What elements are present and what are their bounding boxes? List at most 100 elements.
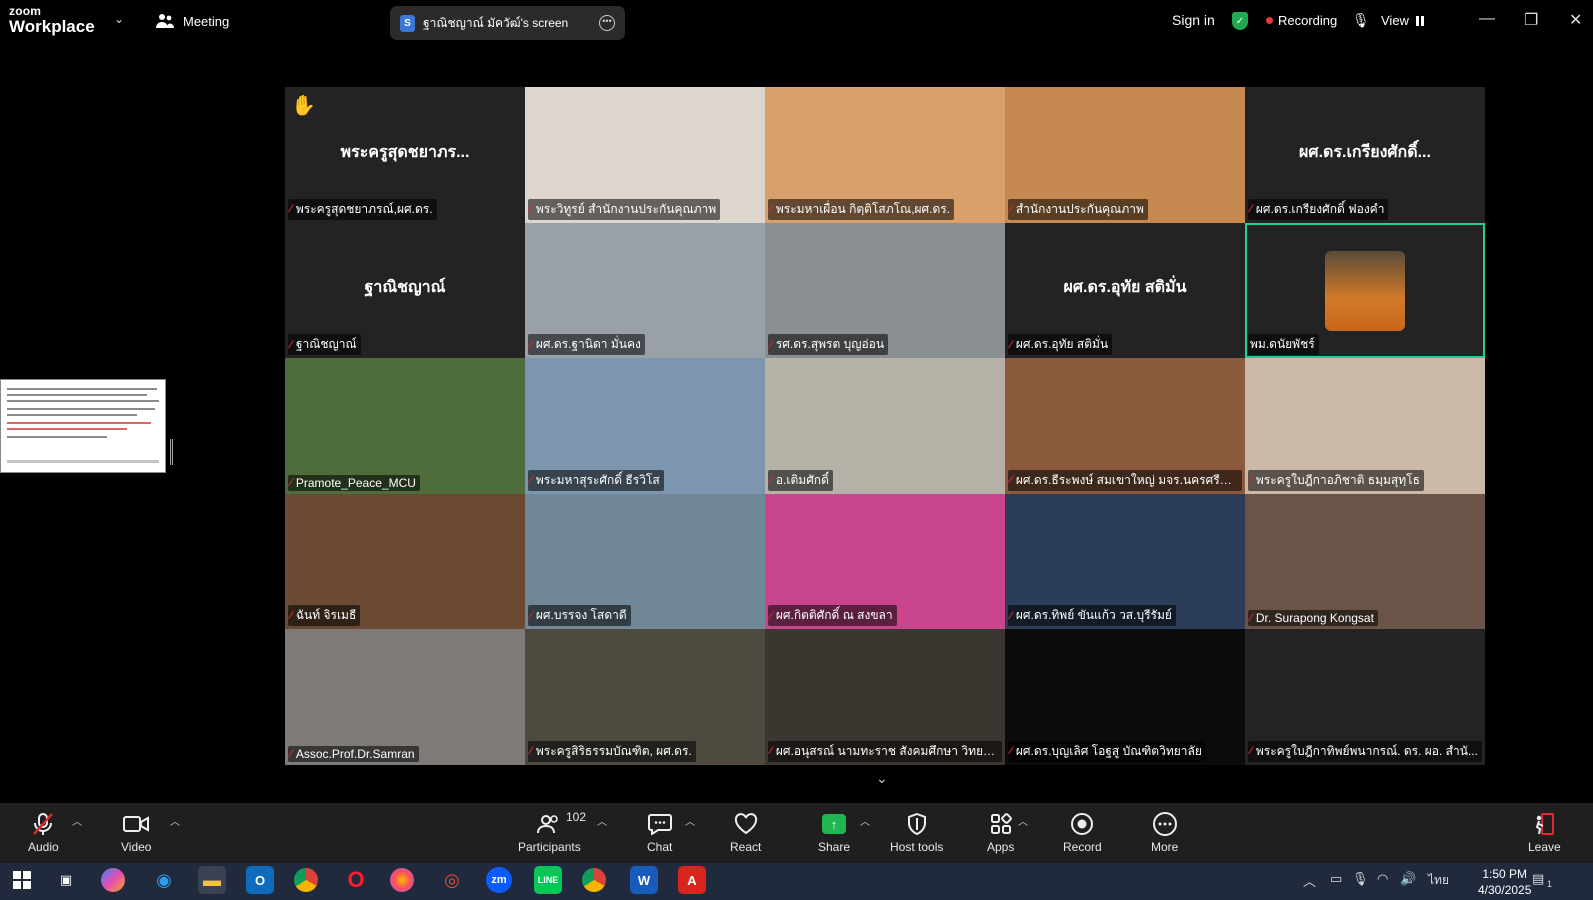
- participant-tile[interactable]: ผศ.ดร.เกรียงศักดิ์... ⁄ ผศ.ดร.เกรียงศักดิ์…: [1245, 87, 1485, 223]
- more-dots-icon: [1152, 811, 1178, 837]
- participant-tile[interactable]: ⁄ Dr. Surapong Kongsat: [1245, 493, 1485, 630]
- participant-tile[interactable]: ⁄ ผศ.ดร.ทิพย์ ขันแก้ว วส.บุรีรัมย์: [1005, 493, 1245, 630]
- video-button[interactable]: Video: [121, 811, 151, 854]
- leave-button[interactable]: Leave: [1528, 811, 1561, 854]
- participants-caret-icon[interactable]: ︿: [597, 813, 607, 828]
- apps-button[interactable]: Apps: [987, 811, 1014, 854]
- view-menu[interactable]: View: [1381, 13, 1424, 28]
- share-caret-icon[interactable]: ︿: [860, 813, 870, 828]
- participant-tile[interactable]: ⁄ ผศ.ดร.ฐานิดา มั่นคง: [525, 222, 765, 359]
- input-language[interactable]: ไทย: [1428, 871, 1449, 890]
- audio-options-caret-icon[interactable]: ︿: [72, 813, 82, 828]
- meet-now-icon[interactable]: ▭: [1330, 871, 1342, 887]
- react-button[interactable]: React: [730, 811, 761, 854]
- video-options-caret-icon[interactable]: ︿: [170, 813, 180, 828]
- app-circle-icon[interactable]: ◎: [438, 866, 466, 894]
- more-options-icon[interactable]: •••: [599, 15, 615, 31]
- wifi-icon[interactable]: ◠: [1377, 871, 1388, 887]
- muted-microphone-icon: ⁄: [1010, 609, 1012, 622]
- zoom-taskbar-icon[interactable]: zm: [486, 867, 512, 893]
- chevron-down-icon[interactable]: ⌄: [876, 770, 888, 787]
- shared-screen-thumbnail[interactable]: [0, 379, 166, 473]
- sign-in-button[interactable]: Sign in: [1172, 12, 1215, 28]
- participant-tile[interactable]: ⁄ พระครูใบฎีกาอภิชาติ ธมฺมสุทฺโธ: [1245, 358, 1485, 494]
- copilot-icon[interactable]: [101, 868, 125, 892]
- close-icon[interactable]: ✕: [1569, 10, 1582, 30]
- chrome-profile-icon[interactable]: [582, 868, 606, 892]
- participant-tile[interactable]: พม.ดนัยพัชร์: [1245, 222, 1485, 359]
- firefox-icon[interactable]: [390, 868, 414, 892]
- participant-tile[interactable]: ⁄ พระครูใบฎีกาทิพย์พนากรณ์. ดร. ผอ. สำนั.…: [1245, 629, 1485, 765]
- record-button[interactable]: Record: [1063, 811, 1102, 854]
- participant-name-label: ⁄ ผศ.ดร.อุทัย สติมั่น: [1008, 334, 1113, 356]
- participant-name: พระครูใบฎีกาอภิชาติ ธมฺมสุทฺโธ: [1255, 472, 1420, 487]
- chat-caret-icon[interactable]: ︿: [685, 813, 695, 828]
- muted-microphone-icon: ⁄: [290, 609, 292, 622]
- participant-tile[interactable]: ⁄ อ.เติมศักดิ์: [765, 358, 1005, 494]
- shield-icon: [907, 811, 927, 837]
- share-button[interactable]: ↑ Share: [818, 811, 850, 854]
- participant-tile[interactable]: ⁄ ผศ.บรรจง โสดาดี: [525, 493, 765, 630]
- host-tools-button[interactable]: Host tools: [890, 811, 943, 854]
- participant-tile[interactable]: ⁄ สำนักงานประกันคุณภาพ: [1005, 87, 1245, 223]
- word-icon[interactable]: W: [630, 866, 658, 894]
- chrome-icon[interactable]: [294, 868, 318, 892]
- apps-caret-icon[interactable]: ︿: [1018, 813, 1028, 828]
- muted-microphone-icon: ⁄: [1250, 474, 1252, 487]
- participant-tile[interactable]: ⁄ ผศ.ดร.บุญเลิศ โอฐสู บัณฑิตวิทยาลัย: [1005, 629, 1245, 765]
- opera-icon[interactable]: O: [342, 866, 370, 894]
- file-explorer-icon[interactable]: ▬: [198, 866, 226, 894]
- security-shield-icon[interactable]: ✓: [1232, 12, 1248, 30]
- thumbnail-resize-handle[interactable]: [170, 439, 173, 465]
- participant-name-label: ⁄ พระวิทูรย์ สำนักงานประกันคุณภาพ: [528, 198, 721, 220]
- edge-browser-icon[interactable]: ◉: [150, 866, 178, 894]
- zoom-workplace-logo[interactable]: zoom Workplace: [9, 5, 95, 35]
- chevron-up-icon[interactable]: ︿: [1303, 871, 1316, 890]
- meeting-menu[interactable]: Meeting: [156, 13, 229, 29]
- taskbar-clock[interactable]: 1:50 PM 4/30/2025: [1478, 866, 1531, 898]
- participant-tile[interactable]: ⁄ ฉันท์ จิรเมธี: [285, 493, 525, 630]
- muted-microphone-icon: ⁄: [770, 745, 772, 758]
- chat-button[interactable]: Chat: [647, 811, 672, 854]
- participant-tile[interactable]: ⁄ ผศ.กิตติศักดิ์ ณ สงขลา: [765, 493, 1005, 630]
- microphone-tray-icon[interactable]: 🎙: [1352, 871, 1369, 887]
- volume-icon[interactable]: 🔊: [1400, 871, 1416, 887]
- participant-tile[interactable]: ⁄ พระครูสิริธรรมบัณฑิต, ผศ.ดร.: [525, 629, 765, 765]
- audio-button[interactable]: Audio: [28, 811, 59, 854]
- microphone-icon[interactable]: 🎙: [1352, 12, 1370, 29]
- participant-tile[interactable]: ⁄ รศ.ดร.สุพรต บุญอ่อน: [765, 222, 1005, 359]
- heart-icon: [734, 811, 758, 837]
- minimize-icon[interactable]: —: [1479, 10, 1495, 28]
- participant-tile[interactable]: ⁄ พระวิทูรย์ สำนักงานประกันคุณภาพ: [525, 87, 765, 223]
- chevron-down-icon[interactable]: ⌄: [114, 12, 124, 26]
- participant-tile[interactable]: ⁄ ผศ.ดร.ธีระพงษ์ สมเขาใหญ่ มจร.นครศรีธร..…: [1005, 358, 1245, 494]
- participant-tile[interactable]: ⁄ พระมหาสุระศักดิ์ ธีรวิโส: [525, 358, 765, 494]
- participant-tile[interactable]: ✋ พระครูสุดชยาภร... ⁄ พระครูสุดชยาภรณ์,ผศ.ด…: [285, 87, 525, 223]
- participant-name: อ.เติมศักดิ์: [775, 472, 829, 487]
- participant-tile[interactable]: ⁄ Assoc.Prof.Dr.Samran: [285, 629, 525, 765]
- task-view-icon[interactable]: ▣: [52, 866, 80, 894]
- muted-microphone-icon: ⁄: [290, 338, 292, 351]
- participant-name-label: ⁄ ฐาณิชญาณ์: [288, 334, 361, 356]
- muted-microphone-icon: ⁄: [1010, 338, 1012, 351]
- participant-tile[interactable]: ⁄ Pramote_Peace_MCU: [285, 358, 525, 494]
- participant-name: ผศ.กิตติศักดิ์ ณ สงขลา: [775, 608, 893, 623]
- participant-tile[interactable]: ⁄ พระมหาเผื่อน กิตฺติโสภโณ,ผศ.ดร.: [765, 87, 1005, 223]
- recording-indicator[interactable]: Recording: [1266, 13, 1337, 28]
- participant-tile[interactable]: ฐาณิชญาณ์ ⁄ ฐาณิชญาณ์: [285, 222, 525, 359]
- leave-label: Leave: [1528, 840, 1561, 854]
- more-button[interactable]: More: [1151, 811, 1178, 854]
- outlook-icon[interactable]: O: [246, 866, 274, 894]
- screen-share-indicator[interactable]: S ฐาณิชญาณ์ มัควัฒ์'s screen •••: [390, 6, 625, 40]
- restore-icon[interactable]: ❐: [1524, 10, 1538, 30]
- participant-tile[interactable]: ผศ.ดร.อุทัย สติมั่น ⁄ ผศ.ดร.อุทัย สติมั่น: [1005, 222, 1245, 359]
- gallery-view-icon: [1415, 15, 1424, 26]
- participant-name: รศ.ดร.สุพรต บุญอ่อน: [775, 337, 885, 352]
- line-app-icon[interactable]: LINE: [534, 866, 562, 894]
- acrobat-icon[interactable]: A: [678, 866, 706, 894]
- participant-name: พระมหาเผื่อน กิตฺติโสภโณ,ผศ.ดร.: [775, 201, 951, 216]
- notification-icon[interactable]: ▤: [1532, 871, 1544, 887]
- windows-start-icon[interactable]: [8, 866, 36, 894]
- participant-name-label: ⁄ Pramote_Peace_MCU: [288, 474, 420, 491]
- participant-tile[interactable]: ⁄ ผศ.อนุสรณ์ นามทะราช สังคมศึกษา วิทยา...: [765, 629, 1005, 765]
